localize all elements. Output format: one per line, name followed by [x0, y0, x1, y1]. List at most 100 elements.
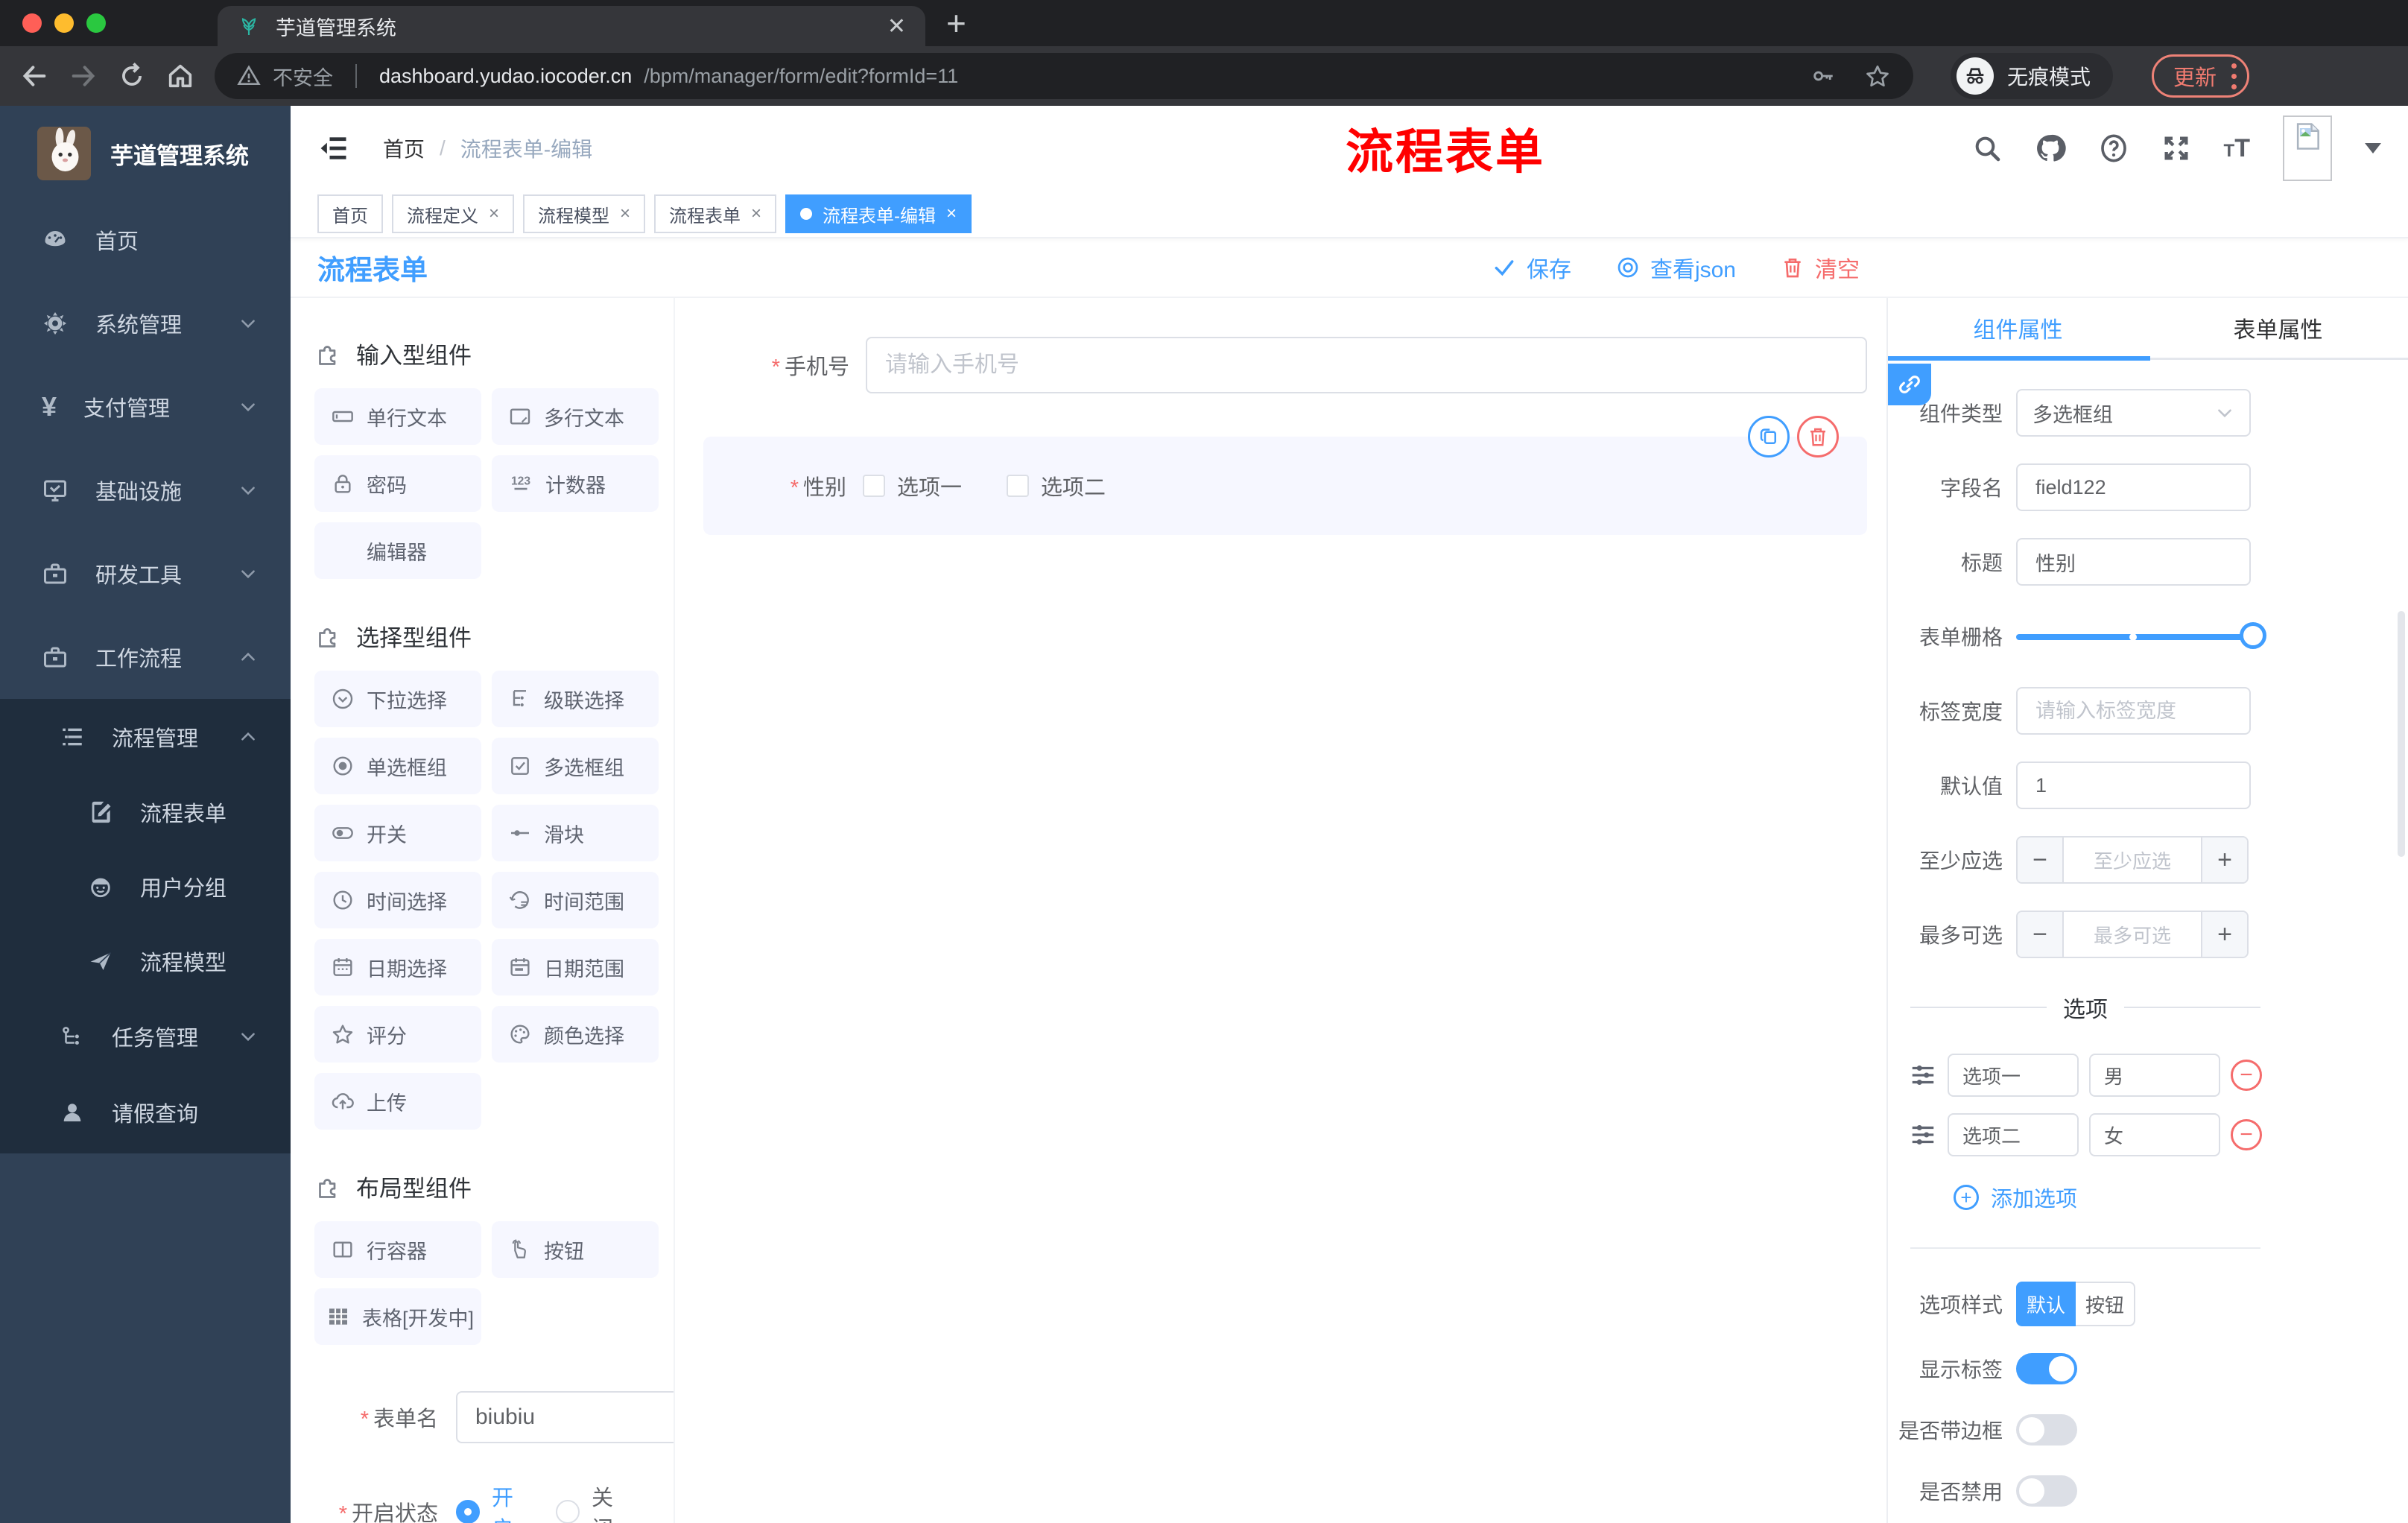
sidebar-item-leave-query[interactable]: 请假查询: [0, 1074, 291, 1150]
palette-item-counter[interactable]: 计数器: [492, 455, 659, 512]
sidebar-item-process-form[interactable]: 流程表单: [0, 775, 291, 849]
tag-home[interactable]: 首页: [317, 194, 383, 233]
tab-close-icon[interactable]: ✕: [887, 13, 906, 39]
duplicate-component-button[interactable]: [1748, 416, 1790, 457]
tag-close-icon[interactable]: ×: [946, 203, 957, 224]
stepper-minus-button[interactable]: −: [2018, 912, 2064, 957]
tag-process-form-edit-active[interactable]: 流程表单-编辑 ×: [785, 194, 972, 233]
sidebar-item-task-management[interactable]: 任务管理: [0, 998, 291, 1074]
minimize-window-button[interactable]: [54, 13, 74, 33]
fullscreen-icon[interactable]: [2161, 133, 2191, 163]
palette-item-table-dev[interactable]: 表格[开发中]: [314, 1288, 481, 1345]
bookmark-star-icon[interactable]: [1864, 63, 1891, 89]
browser-tab[interactable]: 芋道管理系统 ✕: [218, 6, 925, 46]
show-label-toggle-on[interactable]: [2016, 1353, 2077, 1384]
radio-closed-label[interactable]: 关闭: [592, 1481, 614, 1523]
home-icon[interactable]: [165, 61, 195, 91]
remove-option-button[interactable]: −: [2231, 1060, 2262, 1091]
avatar-caret-down-icon[interactable]: [2365, 143, 2381, 153]
sidebar-item-workflow[interactable]: 工作流程: [0, 615, 291, 699]
delete-component-button[interactable]: [1797, 416, 1839, 457]
tag-process-model[interactable]: 流程模型 ×: [523, 194, 646, 233]
tab-component-props[interactable]: 组件属性: [1888, 298, 2148, 358]
phone-input[interactable]: [866, 337, 1867, 393]
sidebar-item-system[interactable]: 系统管理: [0, 282, 291, 365]
min-select-placeholder[interactable]: 至少应选: [2064, 838, 2201, 882]
canvas-gender-field-selected[interactable]: * 性别 选项一 选项二: [703, 416, 1867, 535]
sidebar-item-user-group[interactable]: 用户分组: [0, 849, 291, 924]
sidebar-item-home[interactable]: 首页: [0, 198, 291, 282]
radio-open-selected[interactable]: [456, 1500, 480, 1523]
drag-link-tag[interactable]: [1888, 364, 1931, 405]
drag-handle-icon[interactable]: [1909, 1121, 1937, 1149]
breadcrumb-home[interactable]: 首页: [383, 133, 425, 163]
palette-item-multi-line-text[interactable]: 多行文本: [492, 388, 659, 445]
sidebar-item-dev-tools[interactable]: 研发工具: [0, 532, 291, 615]
palette-item-button[interactable]: 按钮: [492, 1221, 659, 1278]
reload-icon[interactable]: [118, 62, 146, 90]
save-button[interactable]: 保存: [1492, 251, 1571, 284]
palette-item-cascade-select[interactable]: 级联选择: [492, 671, 659, 727]
back-icon[interactable]: [19, 61, 49, 91]
option-value-input[interactable]: [2089, 1113, 2220, 1156]
radio-closed[interactable]: [556, 1500, 580, 1523]
title-input[interactable]: [2016, 538, 2251, 586]
slider-handle[interactable]: [2240, 622, 2266, 649]
checkbox-option-one[interactable]: [863, 475, 885, 497]
user-avatar[interactable]: [2283, 115, 2332, 181]
stepper-plus-button[interactable]: +: [2201, 912, 2247, 957]
tag-process-definition[interactable]: 流程定义 ×: [392, 194, 515, 233]
password-key-icon[interactable]: [1810, 63, 1836, 89]
clear-button[interactable]: 清空: [1781, 251, 1860, 284]
tab-form-props[interactable]: 表单属性: [2148, 298, 2408, 358]
canvas-phone-field[interactable]: * 手机号: [703, 337, 1867, 393]
tag-close-icon[interactable]: ×: [751, 203, 761, 224]
palette-item-time-picker[interactable]: 时间选择: [314, 872, 481, 928]
palette-item-time-range[interactable]: 时间范围: [492, 872, 659, 928]
palette-item-rate[interactable]: 评分: [314, 1006, 481, 1063]
chrome-update-button[interactable]: 更新: [2152, 54, 2250, 98]
palette-item-color-picker[interactable]: 颜色选择: [492, 1006, 659, 1063]
new-tab-button[interactable]: +: [925, 0, 987, 46]
radio-open-label[interactable]: 开启: [492, 1481, 514, 1523]
forward-icon[interactable]: [69, 61, 98, 91]
view-json-button[interactable]: 查看json: [1616, 251, 1736, 284]
stepper-minus-button[interactable]: −: [2018, 838, 2064, 882]
drag-handle-icon[interactable]: [1909, 1061, 1937, 1089]
tag-process-form[interactable]: 流程表单 ×: [654, 194, 777, 233]
tag-close-icon[interactable]: ×: [489, 203, 499, 224]
search-icon[interactable]: [1972, 133, 2002, 163]
palette-item-date-range[interactable]: 日期范围: [492, 939, 659, 995]
max-select-placeholder[interactable]: 最多可选: [2064, 912, 2201, 957]
option-value-input[interactable]: [2089, 1054, 2220, 1097]
add-option-button[interactable]: + 添加选项: [1954, 1182, 2408, 1213]
font-size-icon[interactable]: TT: [2224, 134, 2250, 163]
sidebar-item-infrastructure[interactable]: 基础设施: [0, 449, 291, 532]
palette-item-password[interactable]: 密码: [314, 455, 481, 512]
sidebar-item-process-model[interactable]: 流程模型: [0, 924, 291, 998]
help-question-icon[interactable]: [2099, 133, 2129, 163]
close-window-button[interactable]: [22, 13, 42, 33]
checkbox-option-two-label[interactable]: 选项二: [1041, 470, 1106, 501]
palette-item-date-picker[interactable]: 日期选择: [314, 939, 481, 995]
option-label-input[interactable]: [1948, 1113, 2079, 1156]
github-icon[interactable]: [2035, 133, 2066, 164]
chrome-menu-icon[interactable]: [2231, 63, 2237, 89]
palette-item-row-container[interactable]: 行容器: [314, 1221, 481, 1278]
palette-item-single-line-text[interactable]: 单行文本: [314, 388, 481, 445]
component-type-select[interactable]: 多选框组: [2016, 389, 2251, 437]
sidebar-collapse-icon[interactable]: [317, 132, 350, 165]
stepper-plus-button[interactable]: +: [2201, 838, 2247, 882]
form-grid-slider[interactable]: [2016, 612, 2266, 660]
remove-option-button[interactable]: −: [2231, 1119, 2262, 1150]
zoom-window-button[interactable]: [86, 13, 106, 33]
palette-item-editor[interactable]: 编辑器: [314, 522, 481, 579]
label-width-input[interactable]: [2016, 687, 2251, 735]
sidebar-item-process-management[interactable]: 流程管理: [0, 699, 291, 775]
panel-scrollbar[interactable]: [2398, 611, 2405, 857]
palette-item-switch[interactable]: 开关: [314, 805, 481, 861]
border-toggle-off[interactable]: [2016, 1414, 2077, 1446]
style-button-button[interactable]: 按钮: [2076, 1282, 2135, 1326]
default-value-input[interactable]: [2016, 762, 2251, 809]
style-default-button[interactable]: 默认: [2016, 1282, 2076, 1326]
